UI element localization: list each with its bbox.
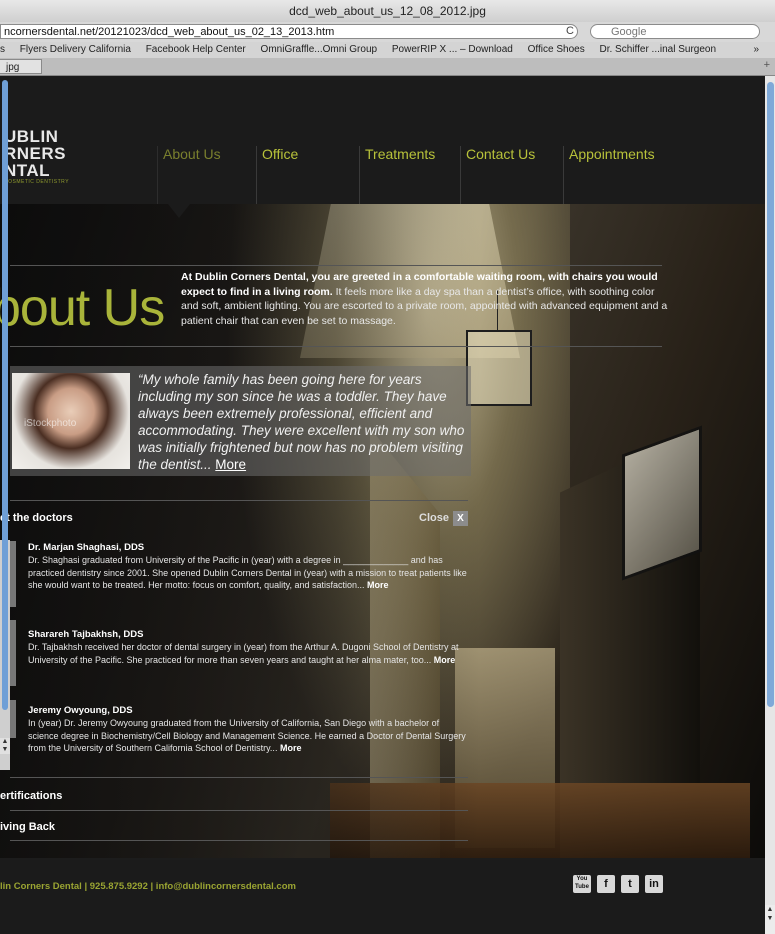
doctor-bio: Dr. Tajbakhsh received her doctor of den…: [28, 642, 459, 665]
doctor-name: Dr. Marjan Shaghasi, DDS: [28, 542, 145, 553]
page-title: bout Us: [0, 279, 165, 337]
divider: [10, 346, 662, 347]
doctor-more-link[interactable]: More: [434, 655, 456, 665]
doctor-more-link[interactable]: More: [280, 743, 302, 753]
doctor-more-link[interactable]: More: [367, 580, 389, 590]
bookmark-item[interactable]: OmniGraffle...Omni Group: [261, 44, 378, 55]
divider: [10, 810, 468, 811]
testimonial-more-link[interactable]: More: [215, 457, 246, 472]
url-bar-area: ncornersdental.net/20121023/dcd_web_abou…: [0, 22, 775, 42]
window-title: dcd_web_about_us_12_08_2012.jpg: [0, 0, 775, 23]
nav-contact-us[interactable]: Contact Us: [460, 146, 564, 204]
doctor-photo-placeholder: [10, 620, 16, 686]
tab-bar: jpg +: [0, 58, 775, 76]
divider: [10, 777, 468, 778]
left-scrollbar-thumb[interactable]: [2, 80, 8, 710]
nav-office[interactable]: Office: [256, 146, 360, 204]
photo-watermark: iStockphoto: [24, 418, 77, 429]
bookmarks-overflow-icon[interactable]: »: [753, 42, 759, 58]
facebook-icon[interactable]: f: [597, 875, 615, 893]
about-intro: At Dublin Corners Dental, you are greete…: [181, 271, 668, 327]
close-icon[interactable]: X: [453, 511, 468, 526]
doctor-name: Sharareh Tajbakhsh, DDS: [28, 629, 144, 640]
logo-tagline: COSMETIC DENTISTRY: [4, 179, 70, 185]
nav-treatments[interactable]: Treatments: [359, 146, 463, 204]
tab-current[interactable]: jpg: [0, 59, 42, 74]
doctor-name: Jeremy Owyoung, DDS: [28, 705, 133, 716]
page-scrollbar-thumb[interactable]: [767, 82, 774, 707]
site-footer: [0, 860, 765, 934]
search-input[interactable]: Google: [590, 24, 760, 39]
divider: [10, 840, 468, 841]
bookmark-item[interactable]: PowerRIP X ... – Download: [392, 44, 513, 55]
bookmark-item[interactable]: Facebook Help Center: [146, 44, 246, 55]
doctor-bio: In (year) Dr. Jeremy Owyoung graduated f…: [28, 718, 466, 753]
bookmark-item[interactable]: Office Shoes: [528, 44, 585, 55]
new-tab-icon[interactable]: +: [764, 59, 770, 71]
doctor-bio: Dr. Shaghasi graduated from University o…: [28, 555, 467, 590]
nav-active-indicator: [168, 204, 190, 218]
bookmark-item[interactable]: s: [0, 44, 5, 55]
youtube-icon[interactable]: You Tube: [573, 875, 591, 893]
twitter-icon[interactable]: t: [621, 875, 639, 893]
nav-about-us[interactable]: About Us: [157, 146, 259, 204]
divider: [10, 500, 468, 501]
nav-appointments[interactable]: Appointments: [563, 146, 679, 204]
linkedin-icon[interactable]: in: [645, 875, 663, 893]
bookmark-item[interactable]: Dr. Schiffer ...inal Surgeon: [600, 44, 717, 55]
testimonial-quote: “My whole family has been going here for…: [138, 372, 465, 472]
reload-icon[interactable]: C: [566, 25, 574, 37]
footer-contact: lin Corners Dental | 925.875.9292 | info…: [0, 881, 296, 892]
close-doctors-button[interactable]: Close: [419, 512, 449, 524]
site-logo[interactable]: UBLIN RNERS NTAL: [4, 128, 66, 179]
doctor-photo-placeholder: [10, 541, 16, 607]
bookmarks-bar: s Flyers Delivery California Facebook He…: [0, 42, 775, 59]
doctors-heading[interactable]: et the doctors: [0, 512, 73, 524]
scroll-arrows[interactable]: ▲ ▼: [765, 905, 775, 934]
doctor-photo-placeholder: [10, 700, 16, 738]
bookmark-item[interactable]: Flyers Delivery California: [20, 44, 131, 55]
address-field[interactable]: ncornersdental.net/20121023/dcd_web_abou…: [0, 24, 578, 39]
divider: [10, 265, 662, 266]
